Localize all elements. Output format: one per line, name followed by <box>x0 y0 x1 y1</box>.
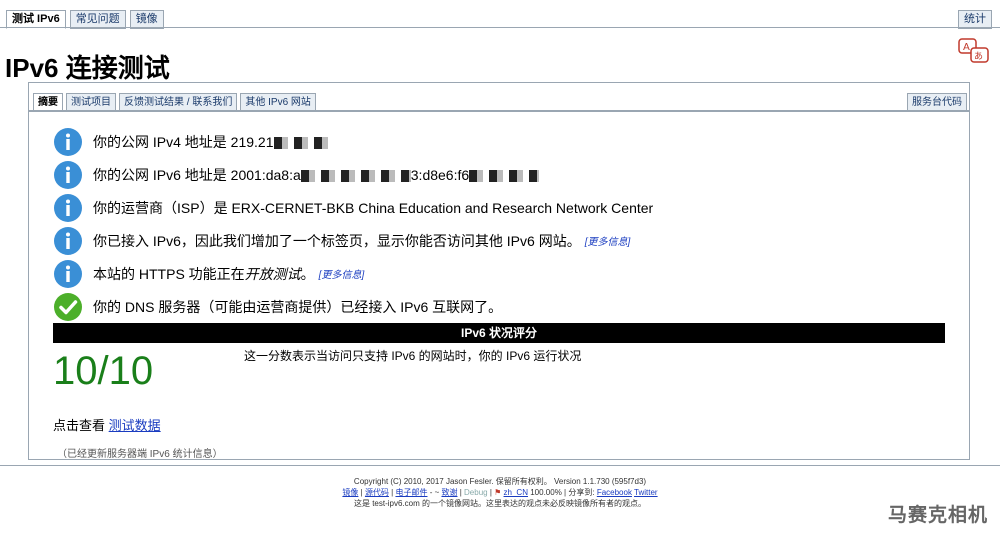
info-icon <box>54 226 82 255</box>
sub-divider <box>29 110 969 112</box>
view-label: 点击查看 <box>53 418 106 433</box>
ipv4-text: 你的公网 IPv4 地址是 219.21 <box>93 133 274 150</box>
more-info-link[interactable]: [更多信息] <box>585 237 631 248</box>
more-info-link[interactable]: [更多信息] <box>319 270 365 281</box>
score-header: IPv6 状况评分 <box>53 323 945 343</box>
check-icon <box>54 292 82 321</box>
email-redacted: ~ <box>434 488 440 497</box>
top-divider <box>0 27 1000 28</box>
footer: Copyright (C) 2010, 2017 Jason Fesler. 保… <box>0 476 1000 509</box>
copyright-line: Copyright (C) 2010, 2017 Jason Fesler. 保… <box>353 477 647 486</box>
list-item: 你的运营商（ISP）是 ERX-CERNET-BKB China Educati… <box>53 191 653 224</box>
footer-links: 镜像 | 源代码 | 电子邮件 - ~ 致谢 | Debug | ⚑ zh_CN… <box>342 488 658 497</box>
facebook-link[interactable]: Facebook <box>597 488 632 497</box>
bottom-divider <box>0 465 1000 466</box>
translate-icon[interactable]: A あ <box>958 38 990 66</box>
language-link[interactable]: zh_CN <box>504 488 528 497</box>
list-item: 本站的 HTTPS 功能正在开放测试。 [更多信息] <box>53 257 653 290</box>
credits-link[interactable]: 致谢 <box>441 488 457 497</box>
ipv6-text: 你的公网 IPv6 地址是 2001:da8:a <box>93 166 301 183</box>
redacted-mosaic <box>469 169 540 182</box>
https-tail: 。 <box>300 265 315 282</box>
list-item: 你的 DNS 服务器（可能由运营商提供）已经接入 IPv6 互联网了。 <box>53 290 653 323</box>
redacted-mosaic <box>273 136 334 149</box>
svg-text:あ: あ <box>974 51 983 62</box>
page-title: IPv6 连接测试 <box>5 53 170 83</box>
score-value: 10/10 <box>53 349 154 393</box>
svg-text:A: A <box>963 42 970 53</box>
ipv6-tab-text: 你已接入 IPv6，因此我们增加了一个标签页，显示你能否访问其他 IPv6 网站… <box>93 232 581 249</box>
mirrors-link[interactable]: 镜像 <box>342 488 358 497</box>
info-icon <box>54 259 82 288</box>
twitter-link[interactable]: Twitter <box>634 488 658 497</box>
isp-text: 你的运营商（ISP）是 ERX-CERNET-BKB China Educati… <box>93 199 654 216</box>
email-link[interactable]: 电子邮件 <box>395 488 427 497</box>
language-icon: ⚑ <box>494 488 502 497</box>
info-icon <box>54 127 82 156</box>
info-icon <box>54 160 82 189</box>
info-icon <box>54 193 82 222</box>
ipv6-partial: 3:d8e6:f6 <box>410 166 470 183</box>
share-label: 分享到: <box>568 488 595 497</box>
list-item: 你的公网 IPv4 地址是 219.21 <box>53 125 653 158</box>
redacted-mosaic <box>300 169 411 182</box>
result-list: 你的公网 IPv4 地址是 219.21 你的公网 IPv6 地址是 2001:… <box>53 125 653 323</box>
https-emphasis: 开放测试 <box>244 265 301 282</box>
stats-note: （已经更新服务器端 IPv6 统计信息） <box>57 449 223 460</box>
list-item: 你已接入 IPv6，因此我们增加了一个标签页，显示你能否访问其他 IPv6 网站… <box>53 224 653 257</box>
watermark: 马赛克相机 <box>887 504 988 526</box>
list-item: 你的公网 IPv6 地址是 2001:da8:a 3:d8e6:f6 <box>53 158 653 191</box>
source-link[interactable]: 源代码 <box>365 488 389 497</box>
results-panel: 摘要 测试项目 反馈测试结果 / 联系我们 其他 IPv6 网站 服务台代码 你… <box>28 82 970 460</box>
test-data-link[interactable]: 测试数据 <box>109 418 161 433</box>
mirror-disclaimer: 这是 test-ipv6.com 的一个镜像网站。这里表达的观点未必反映镜像所有… <box>353 499 646 508</box>
language-percent: 100.00% <box>530 488 562 497</box>
https-text: 本站的 HTTPS 功能正在 <box>93 265 245 282</box>
dns-text: 你的 DNS 服务器（可能由运营商提供）已经接入 IPv6 互联网了。 <box>93 298 503 315</box>
debug-link[interactable]: Debug <box>464 488 488 497</box>
view-data: 点击查看 测试数据 <box>53 415 161 434</box>
score-description: 这一分数表示当访问只支持 IPv6 的网站时，你的 IPv6 运行状况 <box>244 349 582 363</box>
